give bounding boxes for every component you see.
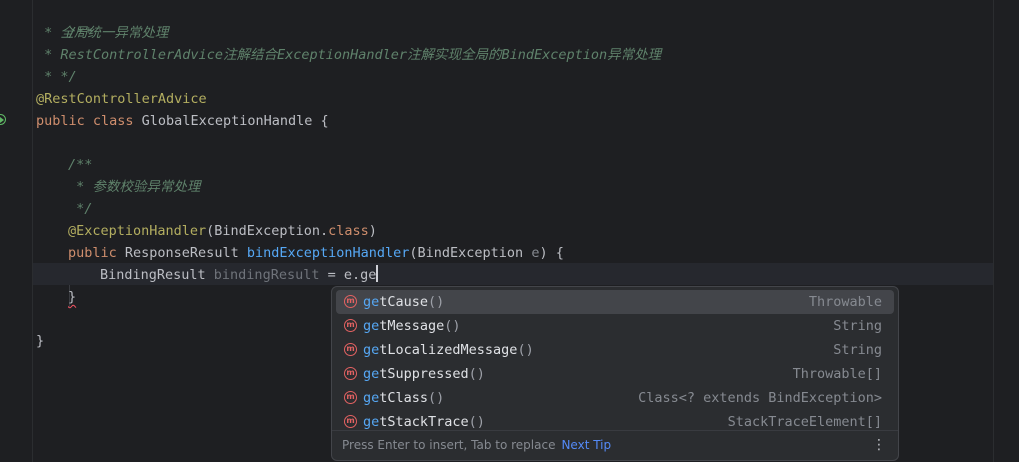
code-line: /**	[68, 157, 93, 173]
method-icon: m	[344, 295, 357, 308]
method-icon: m	[344, 391, 357, 404]
code-line: @RestControllerAdvice	[36, 91, 207, 107]
code-line: */	[68, 201, 93, 217]
code-line: * 全局统一异常处理	[36, 25, 169, 41]
code-line: * 参数校验异常处理	[68, 179, 201, 195]
code-line: @ExceptionHandler(BindException.class)	[68, 223, 377, 239]
completion-item-name: getLocalizedMessage()	[363, 342, 534, 358]
code-line: * RestControllerAdvice注解结合ExceptionHandl…	[36, 47, 662, 63]
completion-item-type: String	[833, 318, 882, 334]
completion-hint: Press Enter to insert, Tab to replace Nex…	[342, 438, 612, 452]
completion-item-type: Throwable[]	[792, 366, 882, 382]
completion-item-name: getSuppressed()	[363, 366, 485, 382]
completion-item-type: Class<? extends BindException>	[638, 390, 882, 406]
completion-item[interactable]: m getMessage() String	[336, 314, 894, 338]
method-icon: m	[344, 367, 357, 380]
text-caret	[376, 265, 379, 282]
method-icon: m	[344, 319, 357, 332]
completion-item-type: String	[833, 342, 882, 358]
code-line: public ResponseResult bindExceptionHandl…	[68, 245, 564, 261]
completion-item-name: getMessage()	[363, 318, 461, 334]
editor-gutter	[0, 0, 33, 462]
code-line: }	[36, 333, 45, 349]
right-margin-guide	[993, 0, 994, 462]
completion-item-type: Throwable	[808, 294, 882, 310]
more-options-icon[interactable]: ⋮	[872, 431, 886, 459]
next-tip-link[interactable]: Next Tip	[561, 438, 611, 452]
run-gutter-icon[interactable]	[0, 114, 6, 125]
method-icon: m	[344, 415, 357, 428]
method-icon: m	[344, 343, 357, 356]
completion-item[interactable]: m getCause() Throwable	[336, 290, 894, 314]
completion-item[interactable]: m getClass() Class<? extends BindExcepti…	[336, 386, 894, 410]
completion-item[interactable]: m getLocalizedMessage() String	[336, 338, 894, 362]
completion-item-name: getCause()	[363, 294, 445, 310]
code-line-current[interactable]: BindingResult bindingResult = e.ge	[100, 264, 379, 286]
code-completion-popup[interactable]: m getCause() Throwable m getMessage() St…	[331, 286, 899, 461]
code-line: }	[68, 289, 77, 305]
code-line: public class GlobalExceptionHandle {	[36, 113, 329, 129]
completion-footer: Press Enter to insert, Tab to replace Nex…	[332, 430, 898, 460]
completion-item[interactable]: m getSuppressed() Throwable[]	[336, 362, 894, 386]
code-line: /**	[68, 25, 93, 41]
code-line: * */	[36, 69, 77, 85]
completion-item-name: getClass()	[363, 390, 445, 406]
